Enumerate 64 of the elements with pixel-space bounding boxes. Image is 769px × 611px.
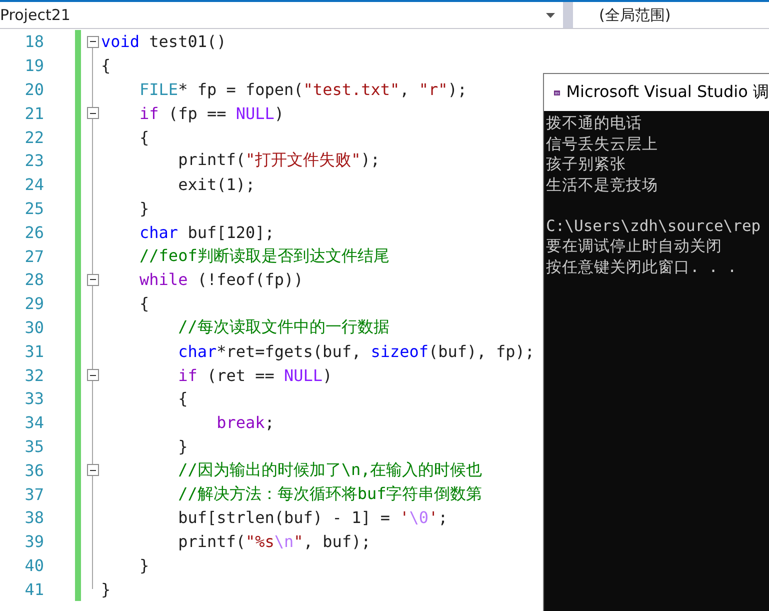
line-number: 28 xyxy=(24,270,44,290)
console-message: C:\Users\zdh\source\rep xyxy=(546,216,762,236)
line-number: 36 xyxy=(24,460,44,480)
code-line: printf("打开文件失败"); xyxy=(177,150,380,172)
code-line: //因为输出的时候加了\n,在输入的时候也 xyxy=(177,460,482,481)
code-line: //解决方法：每次循环将buf字符串倒数第 xyxy=(177,484,482,505)
line-number: 38 xyxy=(24,508,44,528)
code-line: printf("%s\n", buf); xyxy=(177,532,371,552)
code-line: //每次读取文件中的一行数据 xyxy=(177,316,390,338)
dropdown-caret-icon xyxy=(546,12,555,18)
line-number: 19 xyxy=(24,56,44,76)
code-line: char buf[120]; xyxy=(138,222,274,242)
line-number: 18 xyxy=(24,32,44,52)
project-dropdown[interactable]: Project21 xyxy=(0,2,563,28)
code-line: exit(1); xyxy=(177,175,256,194)
line-number: 22 xyxy=(24,128,44,147)
code-line: { xyxy=(138,294,150,314)
line-number: 40 xyxy=(24,556,44,575)
code-line: buf[strlen(buf) - 1] = '\0'; xyxy=(177,508,448,528)
line-number: 37 xyxy=(24,484,44,504)
collapse-icon[interactable] xyxy=(87,274,99,286)
collapse-icon[interactable] xyxy=(87,464,99,476)
code-line: if (fp == NULL) xyxy=(138,104,284,123)
code-line: void test01() xyxy=(101,32,226,52)
line-number: 39 xyxy=(24,532,44,552)
output-line: 信号丢失云层上 xyxy=(546,134,659,154)
code-line: char*ret=fgets(buf, sizeof(buf), fp); xyxy=(177,342,534,361)
output-line: 拨不通的电话 xyxy=(546,113,643,134)
line-number: 31 xyxy=(24,342,44,361)
code-line: { xyxy=(101,56,111,76)
window-title: Microsoft Visual Studio 调 xyxy=(566,82,769,103)
line-number: 33 xyxy=(24,389,44,408)
code-line: if (ret == NULL) xyxy=(177,366,332,385)
console-message: 要在调试停止时自动关闭 xyxy=(546,236,723,256)
code-line: } xyxy=(138,556,150,575)
collapse-icon[interactable] xyxy=(87,36,99,48)
code-line: } xyxy=(177,436,188,456)
console-message: 按任意键关闭此窗口. . . xyxy=(546,256,738,277)
code-line: } xyxy=(138,198,150,218)
line-number: 23 xyxy=(24,151,44,170)
code-line: FILE* fp = fopen("test.txt", "r"); xyxy=(138,80,468,99)
line-number: 24 xyxy=(24,175,44,194)
code-line: while (!feof(fp)) xyxy=(138,270,304,290)
line-number: 30 xyxy=(24,318,44,337)
line-number: 35 xyxy=(24,436,44,456)
line-number: 41 xyxy=(24,580,44,599)
line-number: 20 xyxy=(24,80,44,99)
line-number: 26 xyxy=(24,222,44,242)
line-number: 34 xyxy=(24,413,44,432)
code-line: { xyxy=(177,389,188,408)
collapse-icon[interactable] xyxy=(87,107,99,120)
line-number: 29 xyxy=(24,294,44,314)
line-number: 25 xyxy=(24,198,44,218)
collapse-icon[interactable] xyxy=(87,369,99,382)
output-line: 生活不是竞技场 xyxy=(546,174,659,195)
code-line: //feof判断读取是否到达文件结尾 xyxy=(138,246,390,267)
code-line: { xyxy=(138,128,150,147)
line-number: 32 xyxy=(24,366,44,385)
output-line: 孩子别紧张 xyxy=(546,154,627,174)
scope-dropdown[interactable]: (全局范围) xyxy=(573,2,769,28)
line-number: 27 xyxy=(24,246,44,266)
code-line: } xyxy=(101,580,111,599)
code-line: break; xyxy=(216,413,274,432)
line-number: 21 xyxy=(24,104,44,123)
